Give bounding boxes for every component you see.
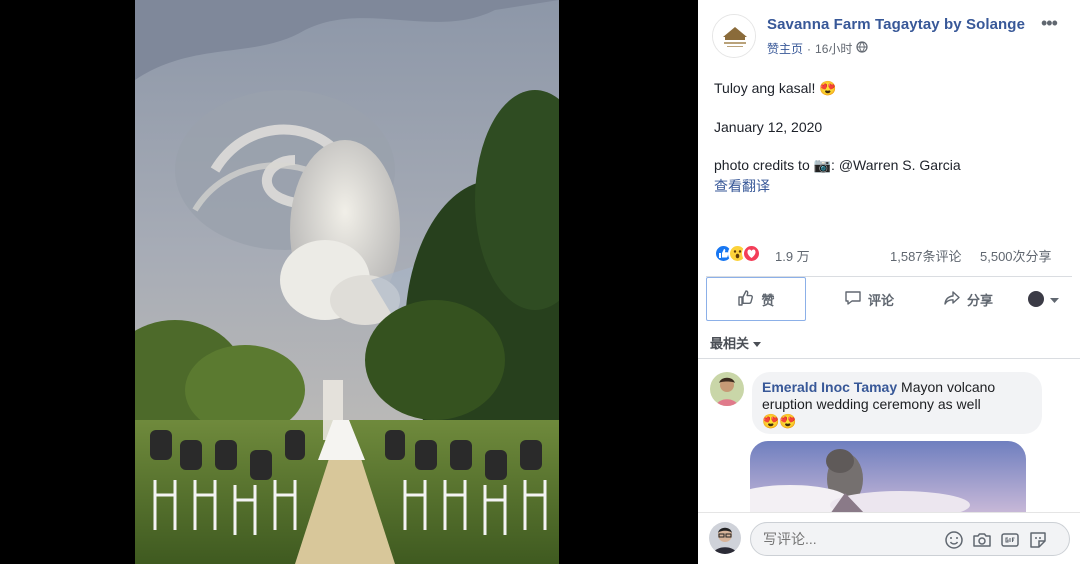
comment-label: 评论	[867, 292, 894, 308]
share-count[interactable]: 5,500次分享	[980, 246, 1052, 265]
page-name-link[interactable]: Savanna Farm Tagaytay by Solange	[767, 16, 1025, 33]
post-credits-line: photo credits to 📷: @Warren S. Garcia	[714, 157, 961, 173]
post-caption: Tuloy ang kasal! 😍	[714, 80, 837, 96]
like-label: 赞	[761, 292, 775, 308]
comment-emoji: 😍😍	[762, 413, 797, 429]
comment-bubble-icon	[844, 289, 862, 310]
globe-icon	[856, 41, 868, 56]
profile-avatar-icon	[1027, 291, 1044, 307]
more-options-icon[interactable]: •••	[1041, 13, 1058, 34]
composer-tools	[944, 530, 1048, 550]
comment-count[interactable]: 1,587条评论	[890, 246, 962, 265]
emoji-icon[interactable]	[944, 530, 964, 550]
reaction-icons[interactable]	[714, 244, 761, 263]
sort-label: 最相关	[710, 336, 750, 351]
caret-down-icon	[753, 335, 762, 350]
post-photo[interactable]	[135, 0, 559, 564]
comment-author-link[interactable]: Emerald Inoc Tamay	[762, 379, 897, 395]
post-time[interactable]: 16小时	[815, 40, 852, 57]
sticker-icon[interactable]	[1028, 530, 1048, 550]
chevron-down-icon	[1049, 292, 1059, 307]
post-header: Savanna Farm Tagaytay by Solange ••• 赞主页…	[698, 0, 1080, 70]
comments-divider	[698, 358, 1080, 359]
current-user-avatar[interactable]	[709, 522, 741, 554]
commenter-avatar[interactable]	[710, 372, 744, 406]
reactions-summary: 1.9 万 1,587条评论 5,500次分享	[714, 243, 1064, 265]
see-translation-link[interactable]: 查看翻译	[714, 176, 770, 196]
post-actions: 赞 评论 分享	[706, 276, 1072, 321]
post-detail-panel: Savanna Farm Tagaytay by Solange ••• 赞主页…	[698, 0, 1080, 564]
comment-bubble: Emerald Inoc Tamay Mayon volcano eruptio…	[752, 372, 1042, 434]
reaction-as-selector[interactable]	[1018, 277, 1068, 321]
like-button[interactable]: 赞	[706, 277, 806, 321]
share-button[interactable]: 分享	[928, 277, 1008, 321]
thumbs-up-icon	[737, 289, 755, 310]
photo-viewer	[0, 0, 698, 564]
meta-separator: ·	[807, 41, 812, 56]
like-page-link[interactable]: 赞主页	[767, 40, 803, 57]
post-meta: 赞主页 · 16小时	[767, 40, 868, 57]
share-arrow-icon	[943, 289, 961, 310]
reaction-count[interactable]: 1.9 万	[775, 246, 810, 265]
page-logo[interactable]	[712, 14, 756, 58]
comment-composer	[698, 512, 1080, 564]
post-date-line: January 12, 2020	[714, 119, 823, 135]
comment-attached-photo[interactable]	[750, 441, 1026, 514]
love-icon	[742, 244, 761, 263]
gif-icon[interactable]	[1000, 530, 1020, 550]
share-label: 分享	[966, 292, 993, 308]
comment-sort-dropdown[interactable]: 最相关	[710, 333, 762, 352]
comment-button[interactable]: 评论	[824, 277, 914, 321]
camera-icon[interactable]	[972, 530, 992, 550]
